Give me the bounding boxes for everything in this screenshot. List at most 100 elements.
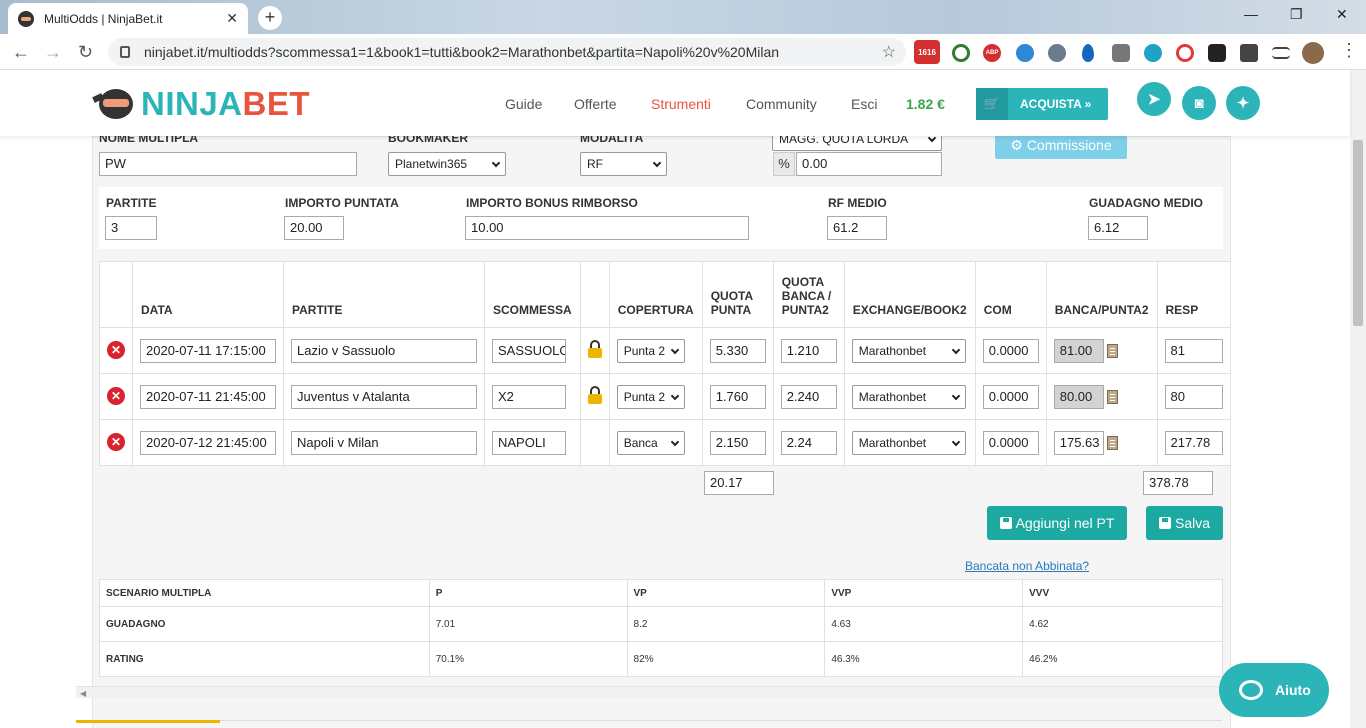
telegram-icon[interactable]: ➤: [1137, 82, 1171, 116]
bet-input[interactable]: X2: [492, 384, 566, 409]
date-input[interactable]: 2020-07-11 17:15:00: [140, 338, 276, 363]
save-label: Salva: [1174, 515, 1211, 531]
clipboard-icon[interactable]: [1106, 435, 1118, 450]
horizontal-scrollbar[interactable]: ◀: [76, 686, 1222, 698]
date-input[interactable]: 2020-07-11 21:45:00: [140, 384, 276, 409]
percent-addon: %: [773, 152, 795, 176]
scroll-left-icon[interactable]: ◀: [80, 689, 86, 698]
match-input[interactable]: Napoli v Milan: [291, 430, 477, 455]
mask-ext-icon[interactable]: [1208, 44, 1226, 62]
scenario-cell: 82%: [626, 641, 826, 677]
quota-banca-input[interactable]: 2.240: [780, 384, 837, 409]
exchange-select[interactable]: Marathonbet: [851, 384, 966, 409]
help-button[interactable]: Aiuto: [1219, 663, 1329, 717]
delete-row-icon[interactable]: ✕: [107, 341, 125, 359]
drop-ext-icon[interactable]: [1082, 44, 1094, 62]
scrollbar-thumb[interactable]: [1353, 140, 1363, 326]
bookmark-star-icon[interactable]: ☆: [882, 42, 896, 62]
col-header-banca: BANCA/PUNTA2: [1045, 261, 1158, 328]
nav-guide[interactable]: Guide: [505, 96, 542, 112]
importo-puntata-input[interactable]: 20.00: [284, 216, 344, 240]
date-input[interactable]: 2020-07-12 21:45:00: [140, 430, 276, 455]
p-ext-icon[interactable]: [1016, 44, 1034, 62]
total-quota-value: 20.17: [704, 471, 774, 495]
puzzle-icon[interactable]: [1240, 44, 1258, 62]
percent-input[interactable]: 0.00: [796, 152, 942, 176]
lamp-ext-icon[interactable]: [1048, 44, 1066, 62]
m-ext-icon[interactable]: [1144, 44, 1162, 62]
buy-button[interactable]: 🛒 ACQUISTA »: [976, 88, 1108, 120]
com-input[interactable]: 0.0000: [982, 384, 1039, 409]
quota-banca-input[interactable]: 2.24: [780, 430, 837, 455]
vertical-scrollbar[interactable]: [1350, 70, 1366, 728]
quota-banca-input[interactable]: 1.210: [780, 338, 837, 363]
clipboard-icon[interactable]: [1106, 389, 1118, 404]
twitter-icon[interactable]: ✦: [1226, 86, 1260, 120]
match-input[interactable]: Juventus v Atalanta: [291, 384, 477, 409]
help-label: Aiuto: [1275, 682, 1311, 698]
save-button[interactable]: Salva: [1146, 506, 1223, 540]
window-close-icon[interactable]: ✕: [1336, 6, 1348, 23]
copertura-select[interactable]: Punta 2: [616, 338, 685, 363]
copertura-value: Banca: [623, 435, 658, 450]
avatar[interactable]: [1302, 42, 1324, 64]
nav-strumenti[interactable]: Strumenti: [651, 96, 711, 112]
forward-icon[interactable]: →: [44, 42, 62, 63]
tab-close-icon[interactable]: ✕: [226, 10, 238, 27]
delete-row-icon[interactable]: ✕: [107, 387, 125, 405]
code-ext-icon[interactable]: [1112, 44, 1130, 62]
match-input[interactable]: Lazio v Sassuolo: [291, 338, 477, 363]
exchange-value: Marathonbet: [858, 389, 927, 404]
browser-tab[interactable]: MultiOdds | NinjaBet.it ✕: [8, 3, 248, 34]
nav-offerte[interactable]: Offerte: [574, 96, 617, 112]
unmatched-bet-link[interactable]: Bancata non Abbinata?: [965, 559, 1089, 573]
bookmaker-select[interactable]: Planetwin365: [388, 152, 506, 176]
quota-punta-input[interactable]: 2.150: [709, 430, 766, 455]
clipboard-icon[interactable]: [1106, 343, 1118, 358]
quota-punta-input[interactable]: 5.330: [709, 338, 766, 363]
copertura-select[interactable]: Banca: [616, 430, 685, 455]
queue-icon[interactable]: [1272, 47, 1290, 59]
address-bar[interactable]: ninjabet.it/multiodds?scommessa1=1&book1…: [108, 38, 906, 66]
commission-button[interactable]: ⚙ Commissione: [995, 133, 1127, 159]
nome-multipla-input[interactable]: PW: [99, 152, 357, 176]
scenario-cell: 46.3%: [824, 641, 1024, 677]
restore-icon[interactable]: ❐: [1290, 6, 1303, 23]
copertura-select[interactable]: Punta 2: [616, 384, 685, 409]
back-icon[interactable]: ←: [12, 42, 30, 63]
exchange-select[interactable]: Marathonbet: [851, 430, 966, 455]
minimize-icon[interactable]: —: [1244, 6, 1258, 22]
modalita-select[interactable]: RF: [580, 152, 667, 176]
shield-ext-icon[interactable]: [1176, 44, 1194, 62]
instagram-icon[interactable]: ◙: [1182, 86, 1216, 120]
resp-value: 217.78: [1164, 430, 1223, 455]
guadagno-medio-label: GUADAGNO MEDIO: [1089, 196, 1203, 210]
reload-icon[interactable]: ↻: [78, 42, 93, 63]
bookmaker-value: Planetwin365: [395, 157, 468, 171]
abp-icon[interactable]: ABP: [983, 44, 1001, 62]
com-input[interactable]: 0.0000: [982, 338, 1039, 363]
com-input[interactable]: 0.0000: [982, 430, 1039, 455]
lock-icon[interactable]: [587, 340, 602, 358]
exchange-value: Marathonbet: [858, 343, 927, 358]
nav-esci[interactable]: Esci: [851, 96, 877, 112]
new-tab-button[interactable]: +: [258, 6, 282, 30]
refresh-ext-icon[interactable]: [952, 44, 970, 62]
menu-kebab-icon[interactable]: ⋮: [1340, 40, 1358, 61]
resp-value: 80: [1164, 384, 1223, 409]
importo-bonus-input[interactable]: 10.00: [465, 216, 749, 240]
quota-punta-input[interactable]: 1.760: [709, 384, 766, 409]
gmail-counter-icon[interactable]: 1616: [914, 40, 940, 64]
chevron-down-icon: [951, 437, 960, 446]
active-tab-indicator[interactable]: [76, 720, 220, 723]
partite-input[interactable]: 3: [105, 216, 157, 240]
add-to-pt-button[interactable]: Aggiungi nel PT: [987, 506, 1127, 540]
bet-input[interactable]: NAPOLI: [492, 430, 566, 455]
exchange-select[interactable]: Marathonbet: [851, 338, 966, 363]
bet-input[interactable]: SASSUOLO: [492, 338, 566, 363]
page: NINJA BET Guide Offerte Strumenti Communi…: [0, 70, 1366, 728]
delete-row-icon[interactable]: ✕: [107, 433, 125, 451]
nav-community[interactable]: Community: [746, 96, 817, 112]
ninjabet-logo[interactable]: NINJA BET: [92, 84, 310, 124]
lock-icon[interactable]: [587, 386, 602, 404]
